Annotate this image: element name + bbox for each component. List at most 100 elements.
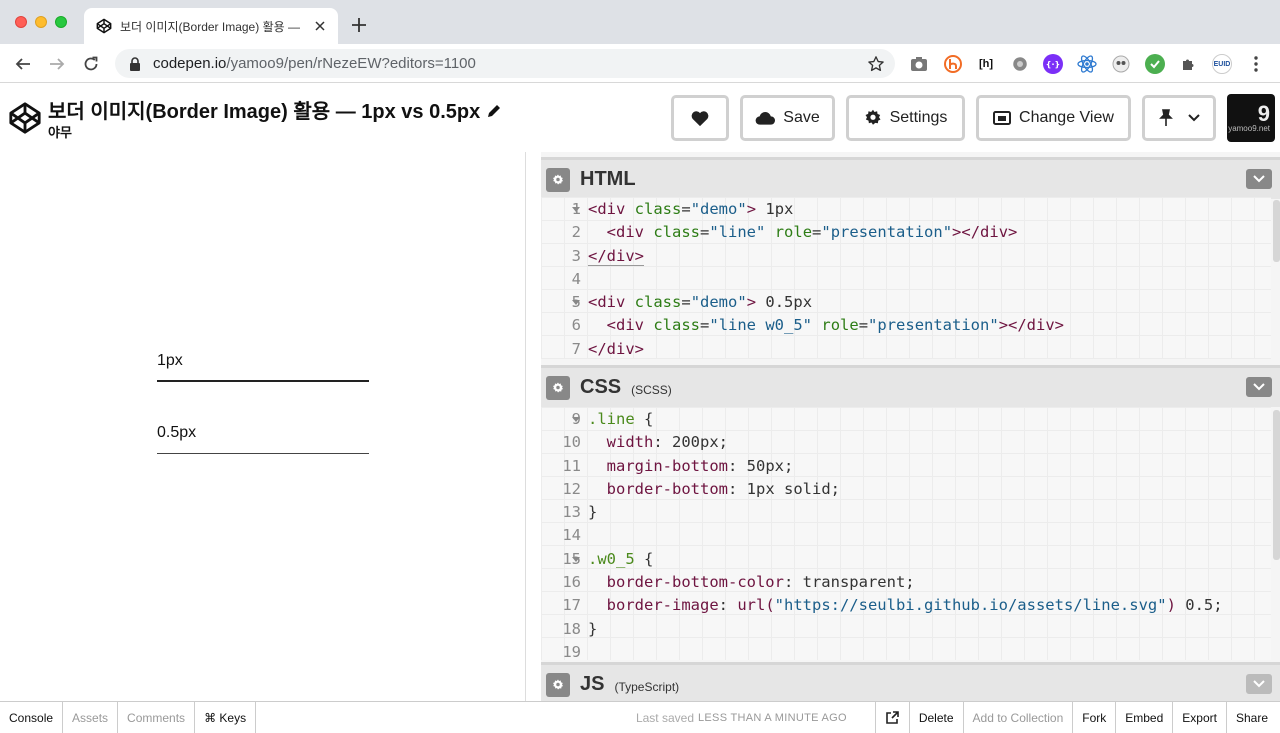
code-line: 19	[562, 642, 581, 660]
code-line: 3 </div>	[571, 246, 644, 266]
html-scrollbar[interactable]	[1273, 200, 1280, 262]
cloud-icon	[755, 112, 776, 125]
code-line: 9 .line {	[571, 410, 654, 428]
preview-pane: 1px 0.5px	[0, 152, 526, 701]
css-settings-gear-icon[interactable]	[546, 375, 570, 400]
minimize-window-button[interactable]	[35, 16, 47, 28]
hackernews-icon[interactable]: [h]	[976, 54, 996, 74]
save-button[interactable]: Save	[740, 95, 835, 141]
address-bar: codepen.io/yamoo9/pen/rNezeEW?editors=11…	[0, 44, 1280, 83]
demo-1px: 1px	[157, 352, 369, 382]
editors-pane: HTML 1 <div class="demo"> 1px 2 <div clas…	[541, 152, 1280, 704]
fork-button[interactable]: Fork	[1073, 702, 1117, 733]
pencil-icon[interactable]	[486, 102, 502, 118]
css-editor-header: CSS (SCSS)	[541, 365, 1280, 407]
code-line: 16 border-bottom-color: transparent;	[562, 573, 915, 592]
back-icon[interactable]	[12, 53, 34, 75]
euid-icon[interactable]: EUID	[1212, 54, 1232, 74]
html-editor-header: HTML	[541, 157, 1280, 199]
css-code-editor[interactable]: 9 .line { 10 width: 200px; 11 margin-bott…	[541, 407, 1271, 660]
pin-menu-button[interactable]	[1142, 95, 1216, 141]
love-button[interactable]	[671, 95, 729, 141]
demo-1px-label: 1px	[157, 352, 183, 369]
purple-ext-icon[interactable]: {·}	[1043, 54, 1063, 74]
html-code-editor[interactable]: 1 <div class="demo"> 1px 2 <div class="li…	[541, 197, 1271, 359]
pen-title[interactable]: 보더 이미지(Border Image) 활용 — 1px vs 0.5px	[48, 95, 502, 124]
code-line: 13}	[562, 503, 598, 522]
gear-icon	[865, 109, 881, 125]
heart-icon	[691, 111, 709, 127]
gear-icon[interactable]	[1010, 54, 1030, 74]
css-collapse-chevron-down-icon[interactable]	[1246, 377, 1272, 397]
assets-button[interactable]: Assets	[63, 702, 119, 733]
open-external-button[interactable]	[876, 702, 910, 733]
html-settings-gear-icon[interactable]	[546, 167, 570, 192]
react-devtools-icon[interactable]	[1077, 54, 1097, 74]
external-link-icon	[886, 711, 899, 724]
pin-icon	[1159, 109, 1173, 126]
code-line: 5 <div class="demo"> 0.5px	[571, 293, 813, 312]
last-saved-prefix: Last saved	[635, 710, 694, 725]
honey-icon[interactable]	[943, 54, 963, 74]
export-button[interactable]: Export	[1173, 702, 1227, 733]
comments-button[interactable]: Comments	[118, 702, 196, 733]
forward-icon[interactable]	[46, 53, 68, 75]
settings-label: Settings	[889, 109, 948, 126]
js-collapse-chevron-down-icon[interactable]	[1246, 674, 1272, 694]
avatar-number: 9	[1257, 101, 1270, 126]
owl-icon[interactable]	[1111, 54, 1131, 74]
codepen-header: 보더 이미지(Border Image) 활용 — 1px vs 0.5px 야…	[0, 84, 1280, 152]
camera-icon[interactable]	[909, 54, 929, 74]
new-tab-button[interactable]	[348, 14, 370, 36]
close-icon[interactable]	[312, 18, 328, 34]
reload-icon[interactable]	[80, 53, 102, 75]
settings-button[interactable]: Settings	[846, 95, 965, 141]
codepen-favicon-icon	[96, 18, 112, 34]
maximize-window-button[interactable]	[55, 16, 67, 28]
lock-icon	[129, 56, 143, 71]
codepen-footer: Console Assets Comments ⌘ Keys Last save…	[0, 701, 1280, 733]
keys-button[interactable]: ⌘ Keys	[195, 702, 257, 733]
avatar-text: yamoo9.net	[1228, 124, 1270, 133]
pen-title-text: 보더 이미지(Border Image) 활용 — 1px vs 0.5px	[48, 101, 481, 123]
bookmark-star-icon[interactable]	[867, 55, 885, 73]
delete-button[interactable]: Delete	[910, 702, 964, 733]
browser-tab[interactable]: 보더 이미지(Border Image) 활용 —	[84, 8, 338, 44]
browser-tab-bar: 보더 이미지(Border Image) 활용 —	[0, 0, 1280, 44]
code-line: 12 border-bottom: 1px solid;	[562, 479, 840, 498]
js-settings-gear-icon[interactable]	[546, 672, 570, 697]
code-line: 11 margin-bottom: 50px;	[562, 456, 794, 475]
demo-half-px-label: 0.5px	[157, 424, 197, 441]
url-path: /yamoo9/pen/rNezeEW?editors=1100	[226, 55, 476, 72]
save-label: Save	[783, 109, 820, 126]
change-view-label: Change View	[1019, 109, 1114, 126]
url-host: codepen.io	[153, 55, 227, 72]
shield-icon[interactable]	[1145, 54, 1165, 74]
tab-title: 보더 이미지(Border Image) 활용 —	[120, 19, 300, 34]
close-window-button[interactable]	[15, 16, 27, 28]
code-line: 7 </div>	[571, 339, 644, 358]
demo-half-px-line	[157, 442, 369, 454]
chevron-down-icon	[1188, 114, 1200, 122]
js-editor-header: JS (TypeScript)	[541, 662, 1280, 704]
url-input[interactable]: codepen.io/yamoo9/pen/rNezeEW?editors=11…	[115, 49, 895, 78]
codepen-logo-icon[interactable]	[8, 101, 42, 135]
demo-half-px: 0.5px	[157, 424, 369, 454]
avatar[interactable]: 9 yamoo9.net	[1227, 94, 1275, 142]
code-line: 14	[562, 526, 581, 545]
pen-author[interactable]: 야무	[48, 122, 72, 141]
css-scrollbar[interactable]	[1273, 410, 1280, 560]
puzzle-icon[interactable]	[1179, 54, 1199, 74]
share-button[interactable]: Share	[1227, 702, 1280, 733]
last-saved-status: Last saved LESS THAN A MINUTE ago	[256, 702, 876, 733]
code-line: 2 <div class="line" role="presentation">…	[571, 223, 1018, 242]
html-collapse-chevron-down-icon[interactable]	[1246, 169, 1272, 189]
code-line: 6 <div class="line w0_5" role="presentat…	[571, 316, 1065, 335]
code-line: 10 width: 200px;	[562, 433, 728, 452]
console-button[interactable]: Console	[0, 702, 64, 733]
add-to-collection-button[interactable]: Add to Collection	[964, 702, 1074, 733]
browser-menu-icon[interactable]	[1246, 54, 1266, 74]
pane-resizer[interactable]	[527, 152, 541, 701]
change-view-button[interactable]: Change View	[976, 95, 1131, 141]
embed-button[interactable]: Embed	[1116, 702, 1174, 733]
